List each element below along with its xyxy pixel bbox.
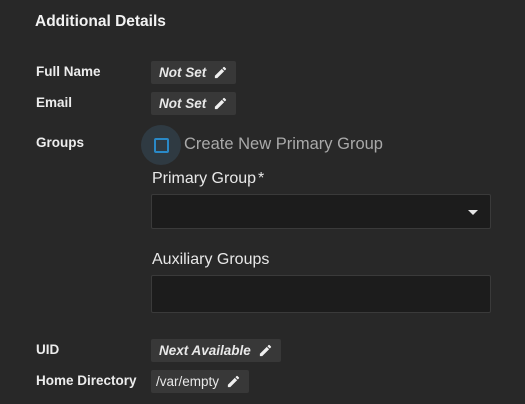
full-name-label: Full Name [36, 64, 101, 79]
auxiliary-groups-label: Auxiliary Groups [152, 251, 270, 268]
email-value: Not Set [159, 96, 207, 111]
email-label: Email [36, 95, 73, 110]
create-primary-group-checkbox[interactable] [141, 125, 181, 165]
create-primary-group-label[interactable]: Create New Primary Group [184, 135, 383, 154]
pencil-icon [213, 65, 228, 80]
uid-edit-chip[interactable]: Next Available [151, 339, 281, 362]
home-directory-value: /var/empty [156, 374, 220, 389]
home-directory-edit-chip[interactable]: /var/empty [151, 370, 250, 393]
checkbox-box[interactable] [153, 137, 169, 153]
required-marker: * [258, 170, 265, 187]
email-edit-chip[interactable]: Not Set [151, 92, 237, 115]
section-title: Additional Details [35, 13, 166, 30]
pencil-icon [226, 374, 241, 389]
auxiliary-groups-input[interactable] [151, 275, 491, 313]
uid-label: UID [36, 342, 60, 357]
primary-group-select[interactable] [151, 194, 491, 229]
pencil-icon [258, 343, 273, 358]
primary-group-label: Primary Group * [152, 170, 264, 188]
primary-group-label-text: Primary Group [152, 170, 257, 187]
pencil-icon [213, 96, 228, 111]
home-directory-label: Home Directory [36, 373, 137, 388]
uid-value: Next Available [159, 343, 251, 358]
full-name-edit-chip[interactable]: Not Set [151, 61, 237, 84]
chevron-down-icon [468, 210, 478, 215]
groups-label: Groups [36, 135, 85, 150]
full-name-value: Not Set [159, 65, 207, 80]
additional-details-panel: Additional Details Full Name Not Set Ema… [0, 0, 525, 404]
